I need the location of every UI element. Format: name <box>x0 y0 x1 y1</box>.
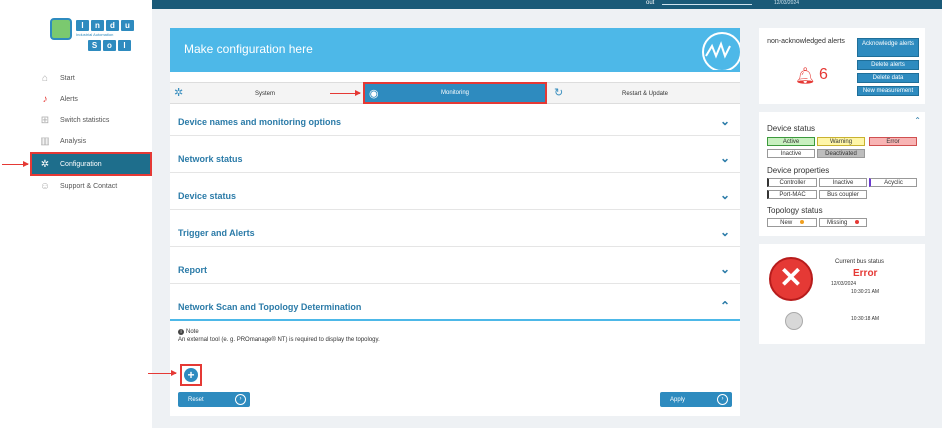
section-network-scan[interactable]: Network Scan and Topology Determination … <box>170 293 740 321</box>
chevron-up-icon[interactable]: ⌃ <box>914 116 921 125</box>
tab-restart-update[interactable]: ↻ Restart & Update <box>550 83 740 104</box>
refresh-icon: ↻ <box>554 87 564 99</box>
annotation-arrow-monitoring <box>330 90 361 96</box>
apply-button[interactable]: Apply › <box>660 392 732 407</box>
chip-new: New <box>767 218 817 227</box>
sidebar-item-alerts[interactable]: ♪ Alerts <box>0 89 152 109</box>
chevron-down-icon[interactable]: ⌄ <box>720 225 730 239</box>
info-icon: i <box>178 329 184 335</box>
logo-letters-top: I n d u <box>76 20 134 31</box>
sidebar: I n d u Industrial Automation S o l ⌂ St… <box>0 0 152 428</box>
non-acknowledged-label: non-acknowledged alerts <box>767 38 845 45</box>
gears-icon: ✲ <box>40 158 50 170</box>
people-icon: ☺ <box>39 180 51 192</box>
logo-subtitle: Industrial Automation <box>76 32 114 37</box>
topology-status-heading: Topology status <box>767 206 823 215</box>
bus-status-value: Error <box>853 268 878 279</box>
chip-inactive: Inactive <box>767 149 815 158</box>
chip-warning: Warning <box>817 137 865 146</box>
delete-data-button[interactable]: Delete data <box>857 73 919 83</box>
chip-acyclic: Acyclic <box>869 178 917 187</box>
note-text: An external tool (e. g. PROmanage® NT) i… <box>178 337 380 343</box>
alert-count: 6 <box>819 66 828 83</box>
chevron-right-icon: › <box>717 394 728 405</box>
chart-icon: ▥ <box>40 135 50 147</box>
brand-watermark-icon <box>702 32 740 70</box>
chevron-down-icon[interactable]: ⌄ <box>720 151 730 165</box>
top-bar: out 12/03/2024 <box>152 0 942 9</box>
section-network-status[interactable]: Network status ⌄ <box>170 145 740 173</box>
topbar-divider <box>662 4 752 5</box>
inactive-status-icon <box>785 312 803 330</box>
section-device-names[interactable]: Device names and monitoring options ⌄ <box>170 108 740 136</box>
section-report[interactable]: Report ⌄ <box>170 256 740 284</box>
bus-status-date: 12/03/2024 <box>831 281 857 287</box>
section-device-status[interactable]: Device status ⌄ <box>170 182 740 210</box>
delete-alerts-button[interactable]: Delete alerts <box>857 60 919 70</box>
bus-status-panel: ✕ Current bus status Error 12/03/2024 10… <box>759 244 925 344</box>
chevron-down-icon[interactable]: ⌄ <box>720 188 730 202</box>
chip-controller: Controller <box>767 178 817 187</box>
sidebar-item-switch-statistics[interactable]: ⊞ Switch statistics <box>0 110 152 130</box>
home-icon: ⌂ <box>41 72 49 84</box>
section-trigger-alerts[interactable]: Trigger and Alerts ⌄ <box>170 219 740 247</box>
annotation-arrow-add <box>148 370 177 376</box>
chip-deactivated: Deactivated <box>817 149 865 158</box>
brand-logo[interactable]: I n d u Industrial Automation S o l <box>50 18 140 51</box>
chip-missing: Missing <box>819 218 867 227</box>
chip-port-mac: Port-MAC <box>767 190 817 199</box>
chip-bus-coupler: Bus coupler <box>819 190 867 199</box>
add-button-highlight: + <box>180 364 202 386</box>
chevron-right-icon: › <box>235 394 246 405</box>
add-button[interactable]: + <box>184 368 198 382</box>
logo-letters-bottom: S o l <box>88 40 131 51</box>
acknowledge-alerts-button[interactable]: Acknowledge alerts <box>857 38 919 57</box>
chevron-down-icon[interactable]: ⌄ <box>720 262 730 276</box>
secondary-status-time: 10:30:18 AM <box>851 316 880 322</box>
configuration-panel: Make configuration here ✲ System ◉ Monit… <box>170 28 740 416</box>
eye-icon: ◉ <box>369 88 379 100</box>
reset-button[interactable]: Reset › <box>178 392 250 407</box>
config-tabs: ✲ System ◉ Monitoring ↻ Restart & Update <box>170 82 740 104</box>
bell-icon: ♪ <box>42 93 48 105</box>
legend-panel: ⌃ Device status Active Warning Error Ina… <box>759 112 925 236</box>
error-x-icon: ✕ <box>769 257 813 301</box>
sidebar-item-configuration[interactable]: ✲ Configuration <box>30 152 152 176</box>
current-bus-status-label: Current bus status <box>835 259 885 265</box>
chip-error: Error <box>869 137 917 146</box>
new-measurement-button[interactable]: New measurement <box>857 86 919 96</box>
chip-active: Active <box>767 137 815 146</box>
tab-monitoring[interactable]: ◉ Monitoring <box>363 82 547 104</box>
missing-dot-icon <box>855 220 859 224</box>
new-dot-icon <box>799 220 804 224</box>
chevron-down-icon[interactable]: ⌄ <box>720 114 730 128</box>
alerts-panel: non-acknowledged alerts 🔔︎ 6 Acknowledge… <box>759 28 925 104</box>
device-properties-heading: Device properties <box>767 166 830 175</box>
sidebar-item-support[interactable]: ☺ Support & Contact <box>0 176 152 196</box>
out-label: out <box>646 0 655 6</box>
topology-note: i Note An external tool (e. g. PROmanage®… <box>178 329 380 343</box>
logo-mark-icon <box>50 18 72 40</box>
network-icon: ⊞ <box>40 114 50 126</box>
sidebar-item-analysis[interactable]: ▥ Analysis <box>0 131 152 151</box>
config-banner: Make configuration here <box>170 28 740 72</box>
annotation-arrow-configuration <box>2 161 29 167</box>
sidebar-item-start[interactable]: ⌂ Start <box>0 68 152 88</box>
topbar-datetime: 12/03/2024 <box>774 0 800 6</box>
gears-icon: ✲ <box>174 87 184 99</box>
device-status-heading: Device status <box>767 124 816 133</box>
chevron-up-icon[interactable]: ⌃ <box>720 299 730 313</box>
chip-property-inactive: Inactive <box>819 178 867 187</box>
banner-title: Make configuration here <box>184 42 313 56</box>
bus-status-time: 10:30:21 AM <box>851 289 880 295</box>
bell-icon: 🔔︎ <box>795 68 816 85</box>
